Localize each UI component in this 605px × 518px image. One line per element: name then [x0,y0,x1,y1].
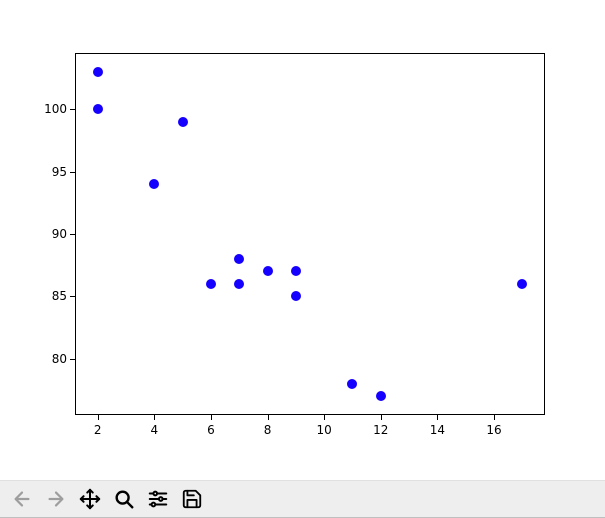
x-tick-mark [381,415,382,420]
arrow-right-icon [45,488,67,510]
x-tick-label: 16 [486,423,501,437]
x-tick-mark [154,415,155,420]
sliders-icon [147,488,169,510]
y-tick-mark [70,234,75,235]
y-tick-mark [70,172,75,173]
x-tick-label: 6 [207,423,215,437]
x-tick-mark [437,415,438,420]
x-tick-mark [98,415,99,420]
data-point [234,279,244,289]
y-tick-label: 85 [52,289,67,303]
y-tick-mark [70,296,75,297]
y-tick-label: 95 [52,165,67,179]
x-tick-mark [211,415,212,420]
data-point [178,117,188,127]
toolbar-configure-button[interactable] [142,483,174,515]
data-point [234,254,244,264]
data-point [263,266,273,276]
x-tick-label: 8 [264,423,272,437]
data-point [206,279,216,289]
x-tick-mark [268,415,269,420]
move-icon [79,488,101,510]
toolbar-forward-button[interactable] [40,483,72,515]
magnifier-icon [113,488,135,510]
y-tick-mark [70,109,75,110]
data-point [93,104,103,114]
x-tick-label: 4 [150,423,158,437]
toolbar-back-button[interactable] [6,483,38,515]
x-tick-label: 2 [94,423,102,437]
x-tick-mark [324,415,325,420]
data-point [376,391,386,401]
x-tick-label: 12 [373,423,388,437]
x-tick-label: 10 [317,423,332,437]
toolbar-zoom-button[interactable] [108,483,140,515]
data-point [517,279,527,289]
y-tick-mark [70,359,75,360]
toolbar-save-button[interactable] [176,483,208,515]
axes-frame [75,53,545,415]
data-point [149,179,159,189]
y-tick-label: 90 [52,227,67,241]
x-tick-label: 14 [430,423,445,437]
matplotlib-figure: 2 4 6 8 10 12 14 16 80 85 90 95 100 [0,0,605,480]
data-point [291,266,301,276]
x-tick-mark [494,415,495,420]
save-icon [181,488,203,510]
y-tick-label: 80 [52,352,67,366]
data-point [93,67,103,77]
matplotlib-toolbar [0,480,605,518]
arrow-left-icon [11,488,33,510]
data-point [347,379,357,389]
y-tick-label: 100 [44,102,67,116]
toolbar-pan-button[interactable] [74,483,106,515]
data-point [291,291,301,301]
